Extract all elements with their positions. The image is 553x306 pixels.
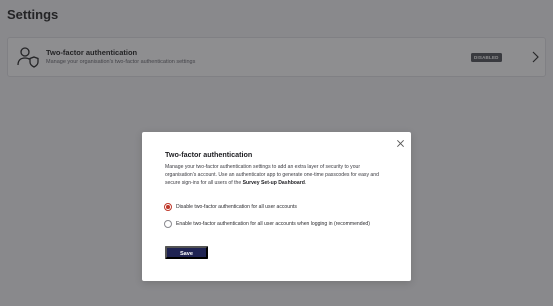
description-end: . (304, 179, 307, 186)
dialog-title: Two-factor authentication (165, 150, 253, 159)
radio-disable-label: Disable two-factor authentication for al… (176, 204, 297, 210)
radio-option-enable[interactable]: Enable two-factor authentication for all… (164, 220, 370, 228)
save-button[interactable]: Save (165, 246, 208, 259)
radio-option-disable[interactable]: Disable two-factor authentication for al… (164, 203, 297, 211)
radio-disable[interactable] (164, 203, 172, 211)
close-icon[interactable] (396, 139, 405, 148)
two-factor-dialog: Two-factor authentication Manage your tw… (142, 132, 411, 281)
dashboard-name: Survey Set-up Dashboard (242, 179, 305, 186)
dialog-description: Manage your two-factor authentication se… (165, 164, 390, 188)
radio-enable-label: Enable two-factor authentication for all… (176, 221, 370, 227)
radio-enable[interactable] (164, 220, 172, 228)
